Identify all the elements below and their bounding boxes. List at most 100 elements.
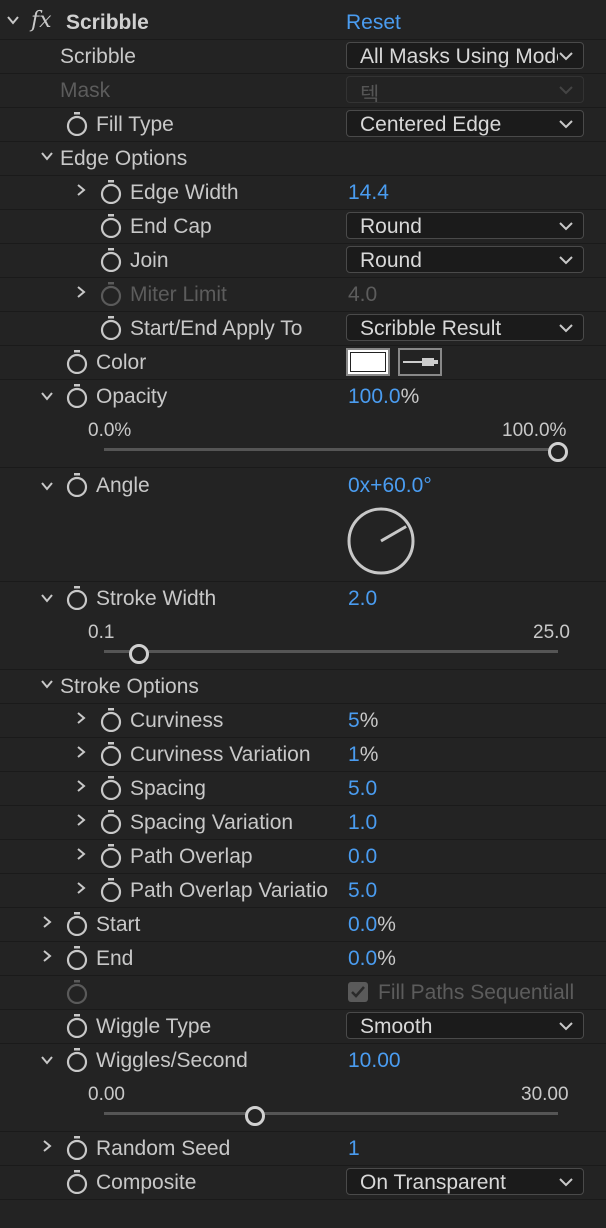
edge-options-label: Edge Options (60, 147, 188, 170)
stopwatch-icon[interactable] (100, 180, 122, 204)
stopwatch-icon[interactable] (100, 810, 122, 834)
chevron-right-icon[interactable] (74, 847, 88, 861)
edge-width-value[interactable]: 14.4 (348, 181, 389, 205)
wiggle-type-row: Wiggle Type Smooth (0, 1009, 606, 1044)
stopwatch-icon[interactable] (100, 844, 122, 868)
random-seed-row: Random Seed 1 (0, 1131, 606, 1166)
stopwatch-icon[interactable] (66, 586, 88, 610)
start-end-apply-dropdown[interactable]: Scribble Result (346, 314, 584, 341)
chevron-right-icon[interactable] (74, 711, 88, 725)
chevron-right-icon[interactable] (40, 1139, 54, 1153)
mask-dropdown[interactable]: 텍 (346, 76, 584, 103)
start-number: 0.0 (348, 913, 378, 936)
composite-dropdown[interactable]: On Transparent (346, 1168, 584, 1195)
wiggles-per-second-value[interactable]: 10.00 (348, 1049, 401, 1073)
stopwatch-icon[interactable] (100, 742, 122, 766)
angle-dial[interactable] (346, 506, 416, 576)
stroke-width-value[interactable]: 2.0 (348, 587, 377, 611)
path-overlap-value[interactable]: 0.0 (348, 845, 377, 869)
opacity-value[interactable]: 100.0% (348, 385, 419, 409)
stopwatch-icon[interactable] (66, 1136, 88, 1160)
curviness-number: 5 (348, 709, 360, 732)
effect-header-row: fx Scribble Reset (0, 5, 606, 40)
angle-value[interactable]: 0x+60.0° (348, 474, 432, 498)
fill-type-row: Fill Type Centered Edge (0, 107, 606, 142)
miter-limit-value: 4.0 (348, 283, 378, 306)
join-label: Join (130, 249, 169, 272)
chevron-right-icon[interactable] (40, 949, 54, 963)
stroke-width-label: Stroke Width (96, 587, 217, 610)
curviness-value[interactable]: 5% (348, 709, 378, 733)
fx-icon[interactable]: fx (31, 8, 52, 33)
stopwatch-icon[interactable] (66, 473, 88, 497)
chevron-down-icon[interactable] (40, 479, 54, 493)
chevron-down-icon[interactable] (40, 389, 54, 403)
fill-paths-checkbox[interactable] (348, 982, 368, 1002)
scribble-dropdown[interactable]: All Masks Using Modes (346, 42, 584, 69)
path-overlap-row: Path Overlap 0.0 (0, 839, 606, 874)
spacing-variation-value[interactable]: 1.0 (348, 811, 377, 835)
random-seed-value[interactable]: 1 (348, 1137, 360, 1161)
start-end-apply-value: Scribble Result (360, 317, 502, 340)
color-swatch[interactable] (346, 348, 390, 376)
fill-type-value: Centered Edge (360, 113, 502, 136)
stopwatch-icon[interactable] (66, 946, 88, 970)
path-overlap-variation-value[interactable]: 5.0 (348, 879, 377, 903)
chevron-right-icon[interactable] (74, 779, 88, 793)
opacity-slider-track[interactable] (104, 448, 558, 451)
chevron-down-icon[interactable] (40, 591, 54, 605)
stroke-width-slider-thumb[interactable] (128, 644, 149, 664)
stopwatch-icon (66, 980, 88, 1004)
end-row: End 0.0% (0, 941, 606, 976)
eyedropper-icon (403, 358, 438, 366)
chevron-down-icon (559, 324, 573, 333)
chevron-right-icon[interactable] (74, 745, 88, 759)
fill-type-dropdown[interactable]: Centered Edge (346, 110, 584, 137)
wiggles-max: 30.00 (521, 1084, 569, 1105)
stopwatch-icon[interactable] (66, 1048, 88, 1072)
stopwatch-icon[interactable] (100, 316, 122, 340)
stroke-width-slider-track[interactable] (104, 650, 558, 653)
stopwatch-icon[interactable] (66, 912, 88, 936)
chevron-right-icon[interactable] (74, 881, 88, 895)
opacity-slider-thumb[interactable] (548, 442, 568, 462)
curviness-unit: % (359, 709, 379, 732)
curviness-variation-value[interactable]: 1% (348, 743, 378, 767)
stopwatch-icon[interactable] (66, 384, 88, 408)
wiggle-type-dropdown[interactable]: Smooth (346, 1012, 584, 1039)
eyedropper-button[interactable] (398, 348, 442, 376)
stopwatch-icon[interactable] (66, 112, 88, 136)
join-dropdown[interactable]: Round (346, 246, 584, 273)
chevron-down-icon[interactable] (40, 149, 54, 163)
wiggles-slider-track[interactable] (104, 1112, 558, 1115)
start-value[interactable]: 0.0% (348, 913, 396, 937)
stopwatch-icon[interactable] (100, 776, 122, 800)
color-row: Color (0, 345, 606, 380)
start-label: Start (96, 913, 141, 936)
stopwatch-icon[interactable] (100, 708, 122, 732)
opacity-group: Opacity 100.0% 0.0% 100.0% (0, 379, 606, 468)
end-cap-row: End Cap Round (0, 209, 606, 244)
stopwatch-icon[interactable] (100, 214, 122, 238)
spacing-value[interactable]: 5.0 (348, 777, 377, 801)
reset-link[interactable]: Reset (346, 11, 401, 35)
chevron-right-icon[interactable] (40, 915, 54, 929)
stopwatch-icon[interactable] (66, 350, 88, 374)
miter-limit-label: Miter Limit (130, 283, 227, 306)
stopwatch-icon[interactable] (100, 248, 122, 272)
chevron-right-icon[interactable] (74, 183, 88, 197)
chevron-down-icon[interactable] (40, 1053, 54, 1067)
start-end-apply-label: Start/End Apply To (130, 317, 303, 340)
chevron-down-icon[interactable] (6, 13, 20, 27)
chevron-right-icon[interactable] (74, 813, 88, 827)
end-value[interactable]: 0.0% (348, 947, 396, 971)
stopwatch-icon[interactable] (66, 1014, 88, 1038)
wiggles-slider-thumb[interactable] (245, 1106, 266, 1126)
chevron-down-icon[interactable] (40, 677, 54, 691)
stopwatch-icon[interactable] (100, 878, 122, 902)
fill-paths-row: Fill Paths Sequentiall (0, 975, 606, 1010)
end-cap-dropdown[interactable]: Round (346, 212, 584, 239)
spacing-label: Spacing (130, 777, 206, 800)
stopwatch-icon[interactable] (66, 1170, 88, 1194)
chevron-right-icon[interactable] (74, 285, 88, 299)
